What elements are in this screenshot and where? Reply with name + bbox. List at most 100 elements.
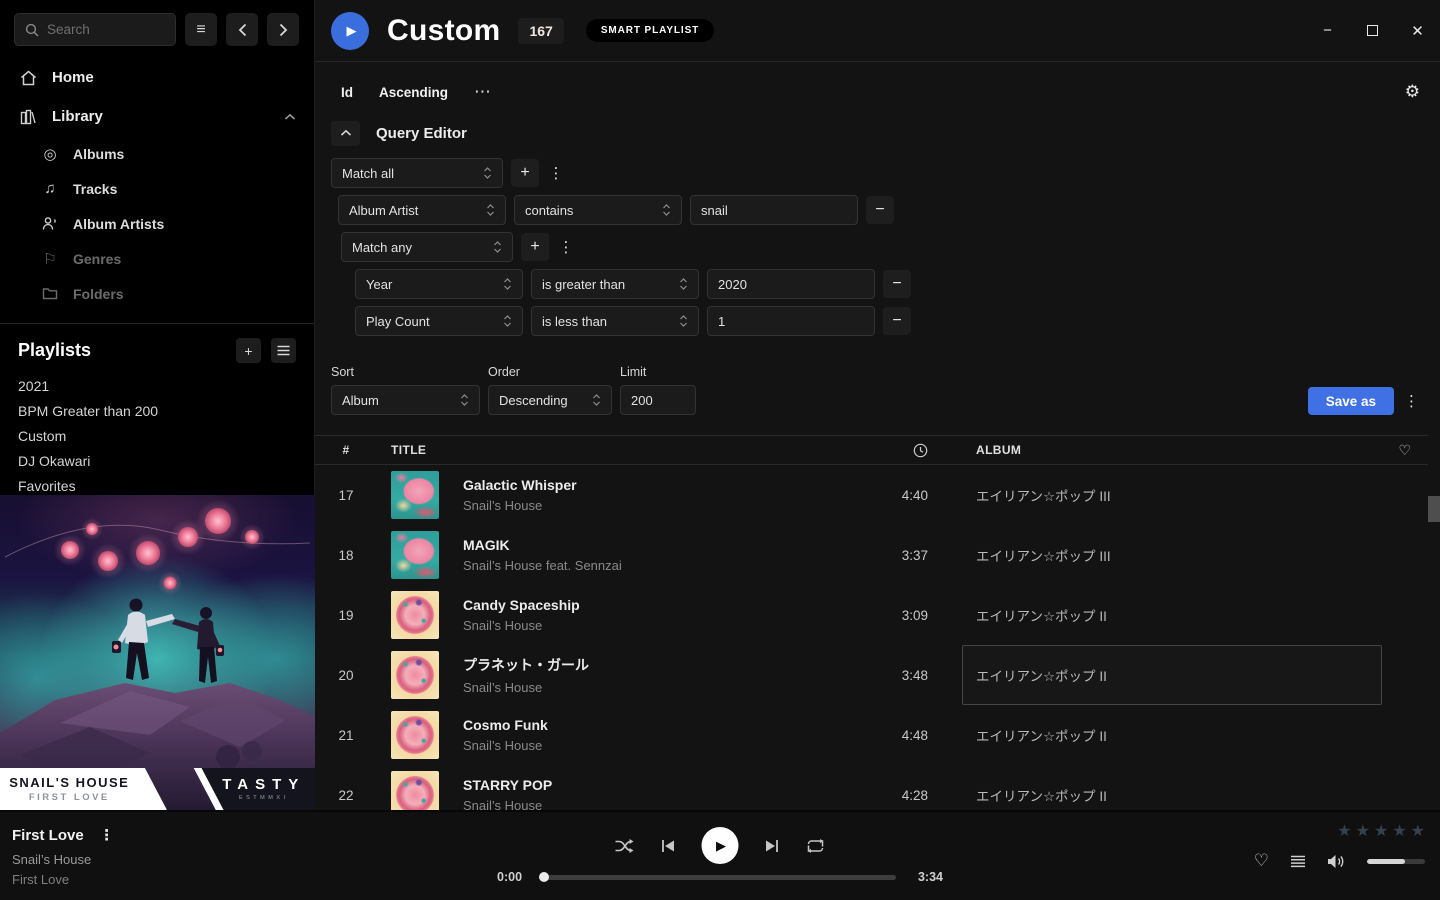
search-field[interactable] [47, 22, 157, 37]
column-header-index[interactable]: # [315, 443, 377, 457]
root-match-select[interactable]: Match all [331, 158, 503, 188]
rule-value-field[interactable] [701, 203, 847, 218]
queue-button[interactable] [1290, 855, 1306, 868]
playlist-list-button[interactable] [271, 338, 296, 363]
play-playlist-button[interactable]: ▶ [331, 12, 369, 50]
rule-field-select[interactable]: Album Artist [338, 195, 506, 225]
star-icon[interactable]: ★ [1392, 824, 1406, 840]
repeat-button[interactable] [806, 838, 826, 854]
column-header-title[interactable]: TITLE [391, 443, 866, 457]
track-title[interactable]: プラネット・ガール [463, 655, 866, 675]
add-rule-button[interactable]: + [511, 159, 539, 187]
star-icon[interactable]: ★ [1356, 824, 1370, 840]
table-row[interactable]: 20 プラネット・ガールSnail’s House 3:48 エイリアン☆ポップ… [315, 645, 1428, 705]
rule-value-field[interactable] [718, 314, 864, 329]
limit-input[interactable] [620, 385, 696, 415]
track-artist[interactable]: Snail’s House [463, 680, 866, 695]
sidebar-item-albums[interactable]: ◎ Albums [0, 136, 314, 171]
now-playing-album[interactable]: First Love [12, 872, 116, 887]
now-playing-title[interactable]: First Love [12, 827, 84, 844]
chevron-up-icon[interactable] [284, 113, 296, 121]
track-artist[interactable]: Snail’s House [463, 498, 866, 513]
window-minimize-button[interactable]: − [1305, 0, 1350, 62]
next-track-button[interactable] [765, 839, 780, 853]
track-artist[interactable]: Snail’s House [463, 738, 866, 753]
playlist-item[interactable]: BPM Greater than 200 [0, 398, 314, 423]
volume-icon[interactable] [1327, 854, 1346, 869]
rule-value-input[interactable] [690, 195, 858, 225]
add-playlist-button[interactable]: + [236, 338, 261, 363]
save-menu-button[interactable]: ⋮ [1404, 387, 1422, 415]
more-options-button[interactable]: ⋯ [474, 82, 491, 102]
remove-rule-button[interactable]: − [883, 307, 911, 335]
window-close-button[interactable]: ✕ [1395, 0, 1440, 62]
track-artist[interactable]: Snail’s House [463, 798, 866, 810]
table-row[interactable]: 19 Candy SpaceshipSnail’s House 3:09 エイリ… [315, 585, 1428, 645]
nav-back-button[interactable] [226, 13, 258, 46]
track-album[interactable]: エイリアン☆ポップ III [962, 525, 1382, 585]
rule-value-input[interactable] [707, 269, 875, 299]
save-as-button[interactable]: Save as [1308, 387, 1394, 415]
playlist-item[interactable]: 2021 [0, 373, 314, 398]
sidebar-item-genres[interactable]: ⚐ Genres [0, 241, 314, 276]
track-album-focused-cell[interactable]: エイリアン☆ポップ II [962, 645, 1382, 705]
track-album[interactable]: エイリアン☆ポップ II [962, 585, 1382, 645]
rule-group-menu-button[interactable]: ⋮ [547, 164, 565, 182]
track-title[interactable]: MAGIK [463, 537, 866, 553]
track-artist[interactable]: Snail’s House feat. Sennzai [463, 558, 866, 573]
window-maximize-button[interactable] [1350, 0, 1395, 62]
rating-stars[interactable]: ★★★★★ [1254, 824, 1425, 840]
sidebar-item-tracks[interactable]: ♫ Tracks [0, 171, 314, 206]
sidebar-item-library[interactable]: Library [0, 97, 314, 136]
rule-operator-select[interactable]: is less than [531, 306, 699, 336]
seek-handle[interactable] [539, 872, 549, 882]
rule-value-input[interactable] [707, 306, 875, 336]
star-icon[interactable]: ★ [1374, 824, 1388, 840]
track-artist[interactable]: Snail’s House [463, 618, 866, 633]
track-album[interactable]: エイリアン☆ポップ III [962, 465, 1382, 525]
table-row[interactable]: 18 MAGIKSnail’s House feat. Sennzai 3:37… [315, 525, 1428, 585]
now-playing-artist[interactable]: Snail’s House [12, 852, 116, 867]
menu-button[interactable]: ≡ [185, 13, 217, 46]
search-input[interactable] [14, 13, 176, 46]
sort-field-button[interactable]: Id [341, 85, 353, 100]
rule-field-select[interactable]: Year [355, 269, 523, 299]
order-select[interactable]: Descending [488, 385, 612, 415]
playlist-item[interactable]: DJ Okawari [0, 448, 314, 473]
group-menu-button[interactable]: ⋮ [557, 238, 575, 256]
track-title[interactable]: Candy Spaceship [463, 597, 866, 613]
add-group-rule-button[interactable]: + [521, 233, 549, 261]
group-match-select[interactable]: Match any [341, 232, 513, 262]
table-row[interactable]: 17 Galactic WhisperSnail’s House 4:40 エイ… [315, 465, 1428, 525]
sort-direction-button[interactable]: Ascending [379, 85, 448, 100]
volume-slider[interactable] [1367, 859, 1425, 864]
track-album[interactable]: エイリアン☆ポップ II [962, 705, 1382, 765]
rule-operator-select[interactable]: is greater than [531, 269, 699, 299]
sidebar-item-album-artists[interactable]: Album Artists [0, 206, 314, 241]
collapse-query-editor-button[interactable] [331, 121, 360, 146]
table-row[interactable]: 22 STARRY POPSnail’s House 4:28 エイリアン☆ポッ… [315, 765, 1428, 810]
track-title[interactable]: Cosmo Funk [463, 717, 866, 733]
sidebar-item-folders[interactable]: Folders [0, 276, 314, 311]
seek-slider[interactable] [544, 875, 896, 880]
favorite-column-header[interactable]: ♡ [1382, 442, 1428, 459]
column-header-album[interactable]: ALBUM [962, 443, 1382, 457]
remove-rule-button[interactable]: − [883, 270, 911, 298]
remove-rule-button[interactable]: − [866, 196, 894, 224]
track-title[interactable]: Galactic Whisper [463, 477, 866, 493]
duration-column-header[interactable] [866, 443, 928, 458]
rule-operator-select[interactable]: contains [514, 195, 682, 225]
table-row[interactable]: 21 Cosmo FunkSnail’s House 4:48 エイリアン☆ポッ… [315, 705, 1428, 765]
sidebar-item-home[interactable]: Home [0, 58, 314, 97]
star-icon[interactable]: ★ [1337, 824, 1351, 840]
sort-select[interactable]: Album [331, 385, 480, 415]
settings-gear-button[interactable]: ⚙ [1405, 82, 1420, 102]
scrollbar-thumb[interactable] [1428, 496, 1440, 522]
shuffle-button[interactable] [615, 838, 635, 854]
track-title[interactable]: STARRY POP [463, 777, 866, 793]
limit-field[interactable] [631, 393, 685, 408]
track-album[interactable]: エイリアン☆ポップ II [962, 765, 1382, 810]
nav-forward-button[interactable] [267, 13, 299, 46]
playlist-item[interactable]: Custom [0, 423, 314, 448]
favorite-button[interactable]: ♡ [1254, 851, 1269, 871]
